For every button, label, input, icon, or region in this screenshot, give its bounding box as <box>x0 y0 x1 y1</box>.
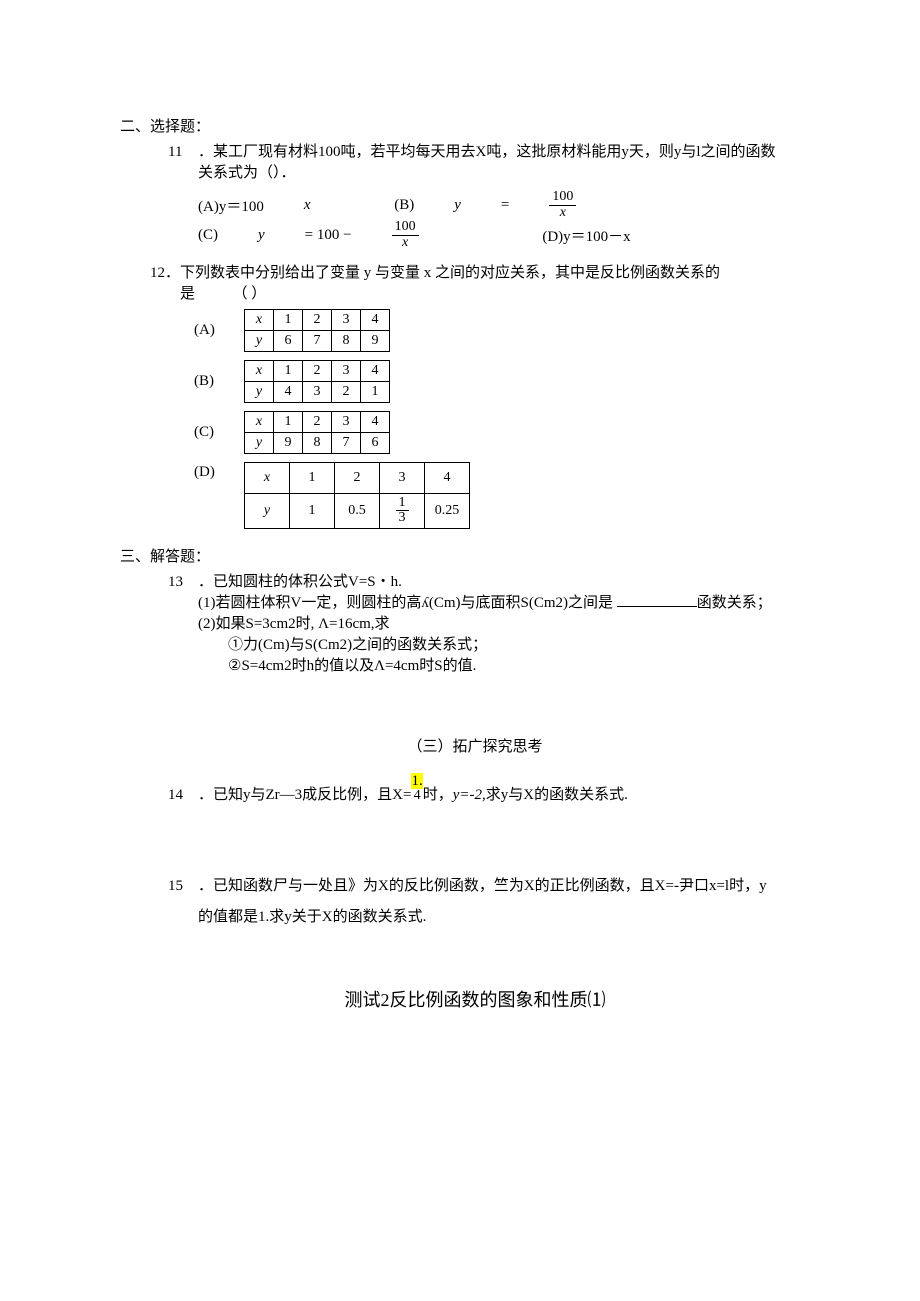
question-13: 13．已知圆柱的体积公式V=S・h. (1)若圆柱体积V一定，则圆柱的高ʎ(Cm… <box>168 570 830 675</box>
q12-option-b: (B) x 1 2 3 4 y 4 3 2 1 <box>180 358 830 405</box>
q13-p2b: ②S=4cm2时h的值以及Λ=4cm时S的值. <box>168 654 830 675</box>
q14-t3: 求y与X的函数关系式. <box>486 787 628 803</box>
q11-line2: 关系式为（）． <box>168 161 830 182</box>
question-14: 14．已知y与Zr—3成反比例，且X=1.4时，y=-2,求y与X的函数关系式. <box>168 774 830 804</box>
q12-line1: 下列数表中分别给出了变量 y 与变量 x 之间的对应关系，其中是反比例函数关系的 <box>180 265 720 281</box>
q13-number: 13 <box>168 574 198 591</box>
q12-line2: 是 <box>180 286 195 302</box>
q15-line1: ．已知函数尸与一处且》为X的反比例函数，竺为X的正比例函数，且X=-尹口x=l时… <box>198 878 767 894</box>
q13-p2a: ①力(Cm)与S(Cm2)之间的函数关系式； <box>168 633 830 654</box>
q11-opt-b: (B) y = 100x <box>394 190 656 220</box>
q11-number: 11 <box>168 144 198 161</box>
q12-option-c: (C) x 1 2 3 4 y 9 8 7 6 <box>180 409 830 456</box>
q12-option-d: (D) x 1 2 3 4 y 1 0.5 13 <box>180 460 830 531</box>
fill-blank[interactable] <box>617 591 697 607</box>
q14-number: 14 <box>168 787 198 804</box>
section-2-header: 二、选择题： <box>120 115 830 136</box>
q12-table-a: x 1 2 3 4 y 6 7 8 9 <box>244 309 390 352</box>
section-3-header: 三、解答题： <box>120 545 830 566</box>
q11-opt-d: (D)y＝100－x <box>542 225 630 246</box>
q12-d-frac: 13 <box>380 493 425 528</box>
q11-line1: ．某工厂现有材料100吨，若平均每天用去X吨，这批原材料能用y天，则y与l之间的… <box>198 144 776 160</box>
q15-line2: 的值都是1.求y关于X的函数关系式. <box>168 905 830 926</box>
q12-table-c: x 1 2 3 4 y 9 8 7 6 <box>244 411 390 454</box>
q14-t2: 时， <box>423 787 453 803</box>
q14-highlight: 1. <box>411 773 422 789</box>
q14-yi: y=-2, <box>453 787 486 803</box>
question-15: 15．已知函数尸与一处且》为X的反比例函数，竺为X的正比例函数，且X=-尹口x=… <box>168 874 830 926</box>
q12-paren: （ ） <box>233 286 267 302</box>
q13-p2: (2)如果S=3cm2时, Λ=16cm,求 <box>168 612 830 633</box>
q13-p1a: (1)若圆柱体积V一定，则圆柱的高ʎ(Cm)与底面积S(Cm2)之间是 <box>198 595 617 611</box>
q14-under: 4 <box>411 789 422 803</box>
q15-number: 15 <box>168 878 198 895</box>
q13-p1b: 函数关系； <box>697 595 772 611</box>
q11-options: (A)y＝100x (B) y = 100x (C) y = 100 − 100… <box>198 190 830 251</box>
next-test-title: 测试2反比例函数的图象和性质⑴ <box>120 986 830 1012</box>
q12-number: 12． <box>150 265 180 281</box>
q13-lead: ．已知圆柱的体积公式V=S・h. <box>198 574 402 590</box>
q12-table-b: x 1 2 3 4 y 4 3 2 1 <box>244 360 390 403</box>
q12-option-a: (A) x 1 2 3 4 y 6 7 8 9 <box>180 307 830 354</box>
q11-opt-c: (C) y = 100 − 100x <box>198 220 499 250</box>
subsection-header: （三）拓广探究思考 <box>120 735 830 756</box>
q12-table-d: x 1 2 3 4 y 1 0.5 13 0.25 <box>244 462 470 529</box>
q14-t1: ．已知y与Zr—3成反比例，且X= <box>198 787 411 803</box>
question-12: 12．下列数表中分别给出了变量 y 与变量 x 之间的对应关系，其中是反比例函数… <box>150 261 830 531</box>
question-11: 11．某工厂现有材料100吨，若平均每天用去X吨，这批原材料能用y天，则y与l之… <box>168 140 830 251</box>
q11-opt-a: (A)y＝100x <box>198 195 351 216</box>
